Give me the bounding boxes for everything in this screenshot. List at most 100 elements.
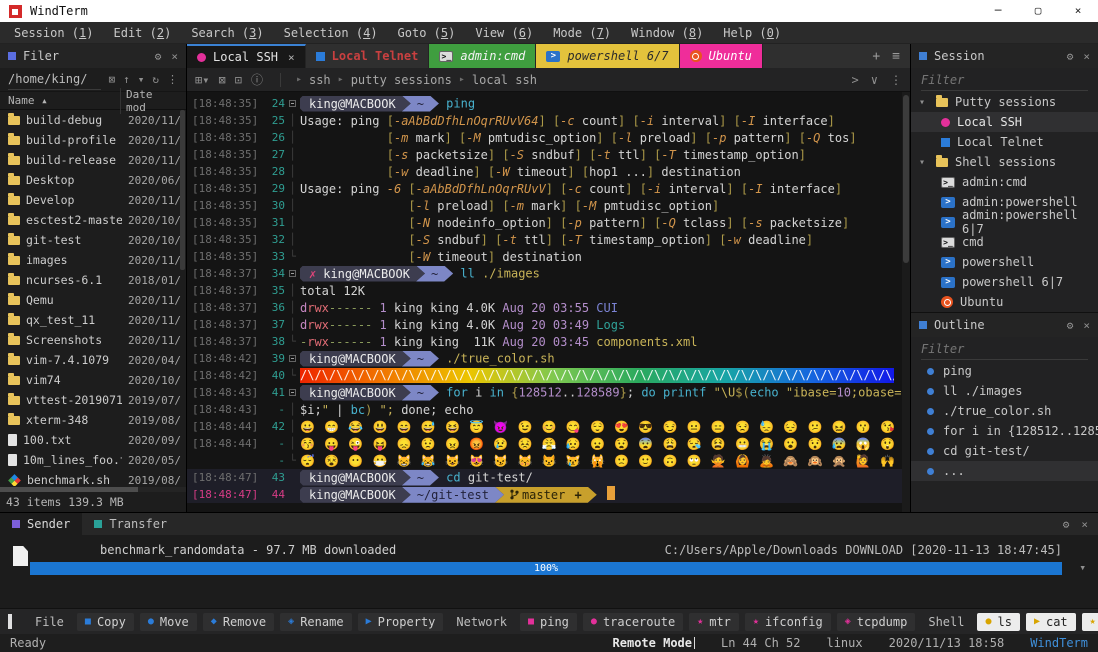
tab-admin-cmd[interactable]: >_admin:cmd: [429, 44, 536, 68]
tab-list-icon[interactable]: ≡: [892, 49, 900, 64]
outline-item[interactable]: ping: [911, 361, 1098, 381]
menu-item-help[interactable]: Help (0): [713, 22, 791, 44]
session-item-ubuntu[interactable]: Ubuntu: [911, 292, 1098, 312]
close-button[interactable]: ×: [1058, 0, 1098, 22]
new-tab-icon[interactable]: +: [872, 49, 880, 64]
session-item-admin-powershell-6-7[interactable]: >admin:powershell 6|7: [911, 212, 1098, 232]
outline-item[interactable]: for i in {128512..128589}: [911, 421, 1098, 441]
outline-item[interactable]: cd git-test/: [911, 441, 1098, 461]
clone-session-icon[interactable]: ⊡: [235, 73, 242, 87]
terminal-scrollbar[interactable]: [902, 92, 910, 512]
outline-settings-icon[interactable]: ⚙: [1067, 319, 1074, 332]
file-row[interactable]: Desktop2020/06/: [0, 170, 186, 190]
outline-item[interactable]: ...: [911, 461, 1098, 481]
toolbar-button-property[interactable]: ▶Property: [358, 613, 444, 631]
toolbar-button-ls[interactable]: ●ls: [977, 613, 1019, 631]
outline-item[interactable]: ./true_color.sh: [911, 401, 1098, 421]
up-directory-icon[interactable]: ↑: [123, 73, 130, 86]
session-group-putty-sessions[interactable]: ▾Putty sessions: [911, 92, 1098, 112]
fold-box-icon[interactable]: [289, 389, 296, 396]
toolbar-button-copy[interactable]: ■Copy: [77, 613, 134, 631]
panel-toggle-icon[interactable]: [8, 614, 12, 629]
expander-icon[interactable]: ▾: [919, 97, 929, 108]
filer-horizontal-scrollbar[interactable]: [0, 487, 186, 492]
menu-item-mode[interactable]: Mode (7): [543, 22, 621, 44]
toolbar-button-mtr[interactable]: ★mtr: [689, 613, 739, 631]
outline-filter-input[interactable]: Filter: [921, 339, 1088, 360]
file-row[interactable]: vim742020/10/: [0, 370, 186, 390]
session-item-local-telnet[interactable]: Local Telnet: [911, 132, 1098, 152]
status-app-name[interactable]: WindTerm: [1030, 636, 1088, 650]
menu-item-selection[interactable]: Selection (4): [274, 22, 388, 44]
new-session-icon[interactable]: ⊞▾: [195, 73, 209, 87]
fold-marker-icon[interactable]: [285, 270, 300, 277]
menu-item-search[interactable]: Search (3): [181, 22, 273, 44]
filer-more-icon[interactable]: ⋮: [167, 73, 178, 86]
toolbar-button-ping[interactable]: ■ping: [520, 613, 577, 631]
terminal-scrollbar-thumb[interactable]: [903, 95, 909, 263]
file-row[interactable]: vim-7.4.10792020/04/: [0, 350, 186, 370]
toolbar-button-cat[interactable]: ▶cat: [1026, 613, 1076, 631]
fold-box-icon[interactable]: [289, 270, 296, 277]
outline-close-icon[interactable]: ×: [1083, 319, 1090, 332]
file-row[interactable]: 100.txt2020/09/: [0, 430, 186, 450]
tab-transfer[interactable]: Transfer: [82, 513, 179, 535]
filer-vertical-scrollbar[interactable]: [180, 110, 185, 270]
session-item-admin-cmd[interactable]: >_admin:cmd: [911, 172, 1098, 192]
maximize-button[interactable]: ▢: [1018, 0, 1058, 22]
session-settings-icon[interactable]: ⚙: [1067, 50, 1074, 63]
tab-sender[interactable]: Sender: [0, 513, 82, 535]
filer-path-input[interactable]: /home/king/: [8, 69, 101, 90]
menu-item-goto[interactable]: Goto (5): [388, 22, 466, 44]
breadcrumb-item[interactable]: ssh: [309, 73, 331, 87]
path-dropdown-icon[interactable]: ▾: [138, 73, 145, 86]
file-row[interactable]: build-profile2020/11/: [0, 130, 186, 150]
toolbar-button-vi[interactable]: ★vi: [1082, 613, 1098, 631]
tab-powershell-6-7[interactable]: >powershell 6/7: [536, 44, 679, 68]
tab-local-ssh[interactable]: Local SSH×: [187, 44, 306, 68]
file-row[interactable]: vttest-201907102019/07/: [0, 390, 186, 410]
file-row[interactable]: benchmark.sh2019/08/: [0, 470, 186, 486]
toolbar-button-move[interactable]: ●Move: [140, 613, 197, 631]
session-item-powershell[interactable]: >powershell: [911, 252, 1098, 272]
info-icon[interactable]: ⓘ: [251, 71, 263, 88]
status-os[interactable]: linux: [826, 636, 862, 650]
outline-item[interactable]: ll ./images: [911, 381, 1098, 401]
fold-box-icon[interactable]: [289, 100, 296, 107]
file-row[interactable]: images2020/11/: [0, 250, 186, 270]
file-row[interactable]: xterm-3482019/08/: [0, 410, 186, 430]
transfer-caret-icon[interactable]: ▾: [1079, 561, 1086, 574]
expander-icon[interactable]: ▾: [919, 157, 929, 168]
menu-item-edit[interactable]: Edit (2): [104, 22, 182, 44]
session-close-icon[interactable]: ×: [1083, 50, 1090, 63]
transfer-close-icon[interactable]: ×: [1081, 518, 1088, 531]
toolbar-button-tcpdump[interactable]: ◈tcpdump: [837, 613, 916, 631]
menu-item-session[interactable]: Session (1): [4, 22, 104, 44]
chevron-down-icon[interactable]: ∨: [871, 73, 878, 87]
session-item-powershell-6-7[interactable]: >powershell 6|7: [911, 272, 1098, 292]
fold-marker-icon[interactable]: [285, 355, 300, 362]
session-group-shell-sessions[interactable]: ▾Shell sessions: [911, 152, 1098, 172]
file-row[interactable]: Qemu2020/11/: [0, 290, 186, 310]
file-row[interactable]: ncurses-6.12018/01/: [0, 270, 186, 290]
toolbar-button-remove[interactable]: ◆Remove: [203, 613, 274, 631]
minimize-button[interactable]: ─: [978, 0, 1018, 22]
tab-ubuntu[interactable]: Ubuntu: [680, 44, 763, 68]
file-row[interactable]: Screenshots2020/11/: [0, 330, 186, 350]
tab-close-icon[interactable]: ×: [288, 51, 295, 64]
fold-box-icon[interactable]: [289, 355, 296, 362]
file-row[interactable]: build-debug2020/11/: [0, 110, 186, 130]
filer-settings-icon[interactable]: ⚙: [155, 50, 162, 63]
chevron-right-icon[interactable]: >: [852, 73, 859, 87]
close-session-icon[interactable]: ⊠: [218, 73, 225, 87]
menu-item-window[interactable]: Window (8): [621, 22, 713, 44]
status-cursor-position[interactable]: Ln 44 Ch 52: [721, 636, 800, 650]
session-item-local-ssh[interactable]: Local SSH: [911, 112, 1098, 132]
menu-item-view[interactable]: View (6): [465, 22, 543, 44]
file-row[interactable]: build-release2020/11/: [0, 150, 186, 170]
column-name[interactable]: Name ▴: [8, 94, 120, 107]
filer-close-icon[interactable]: ×: [171, 50, 178, 63]
file-row[interactable]: 10m_lines_foo.t…2020/05/: [0, 450, 186, 470]
toolbar-button-ifconfig[interactable]: ★ifconfig: [745, 613, 831, 631]
file-row[interactable]: esctest2-master2020/10/: [0, 210, 186, 230]
